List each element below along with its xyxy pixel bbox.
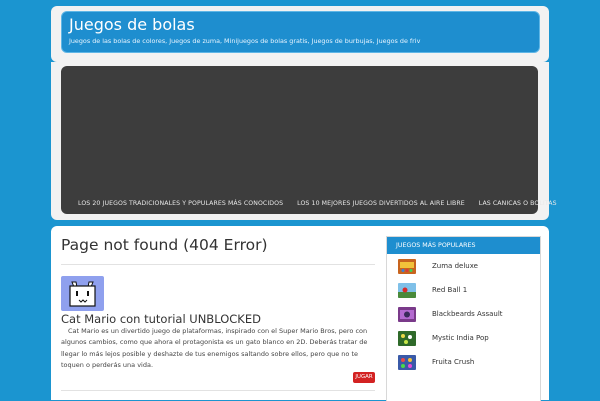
site-header: Juegos de bolas Juegos de las bolas de c… bbox=[51, 6, 549, 62]
game-name[interactable]: Red Ball 1 bbox=[432, 286, 467, 294]
site-title-link[interactable]: Juegos de bolas bbox=[69, 15, 195, 34]
game-name[interactable]: Zuma deluxe bbox=[432, 262, 478, 270]
game-item-blackbeards-assault[interactable]: Blackbeards Assault bbox=[387, 302, 540, 326]
cat-mario-thumbnail-icon[interactable] bbox=[61, 276, 104, 311]
game-item-red-ball-1[interactable]: Red Ball 1 bbox=[387, 278, 540, 302]
game-name[interactable]: Blackbeards Assault bbox=[432, 310, 503, 318]
sidebar-popular-games: JUEGOS MÁS POPULARES Zuma deluxe Red Bal… bbox=[386, 236, 541, 401]
nav-item-juegos-aire-libre[interactable]: LOS 10 MEJORES JUEGOS DIVERTIDOS AL AIRE… bbox=[290, 200, 472, 207]
site-description: Juegos de las bolas de colores, Juegos d… bbox=[69, 37, 421, 45]
post-divider bbox=[61, 390, 375, 391]
popular-games-list: Zuma deluxe Red Ball 1 Blackbeards Assau… bbox=[387, 254, 540, 374]
main-nav: LOS 20 JUEGOS TRADICIONALES Y POPULARES … bbox=[71, 197, 564, 209]
banner-section: LOS 20 JUEGOS TRADICIONALES Y POPULARES … bbox=[51, 62, 557, 220]
blackbeards-thumbnail-icon[interactable] bbox=[398, 306, 416, 322]
sidebar-heading-bar: JUEGOS MÁS POPULARES bbox=[387, 237, 540, 254]
content-area: Page not found (404 Error) Cat Mario con… bbox=[51, 226, 549, 401]
zuma-thumbnail-icon[interactable] bbox=[398, 258, 416, 274]
post-excerpt: Cat Mario es un divertido juego de plata… bbox=[61, 327, 368, 369]
page-title: Page not found (404 Error) bbox=[61, 236, 268, 254]
mystic-india-thumbnail-icon[interactable] bbox=[398, 330, 416, 346]
fruita-crush-thumbnail-icon[interactable] bbox=[398, 354, 416, 370]
game-name[interactable]: Fruita Crush bbox=[432, 358, 474, 366]
game-item-zuma-deluxe[interactable]: Zuma deluxe bbox=[387, 254, 540, 278]
nav-item-canicas[interactable]: LAS CANICAS O BOLITAS bbox=[472, 200, 564, 207]
sidebar-heading: JUEGOS MÁS POPULARES bbox=[396, 242, 476, 249]
post-title-link[interactable]: Cat Mario con tutorial UNBLOCKED bbox=[61, 312, 261, 326]
header-banner: Juegos de bolas Juegos de las bolas de c… bbox=[61, 11, 540, 53]
title-divider bbox=[61, 264, 375, 265]
dark-banner: LOS 20 JUEGOS TRADICIONALES Y POPULARES … bbox=[61, 66, 557, 214]
play-button[interactable]: JUGAR bbox=[353, 372, 375, 383]
red-ball-thumbnail-icon[interactable] bbox=[398, 282, 416, 298]
nav-item-juegos-tradicionales[interactable]: LOS 20 JUEGOS TRADICIONALES Y POPULARES … bbox=[71, 200, 290, 207]
game-name[interactable]: Mystic India Pop bbox=[432, 334, 489, 342]
game-item-fruita-crush[interactable]: Fruita Crush bbox=[387, 350, 540, 374]
game-item-mystic-india-pop[interactable]: Mystic India Pop bbox=[387, 326, 540, 350]
